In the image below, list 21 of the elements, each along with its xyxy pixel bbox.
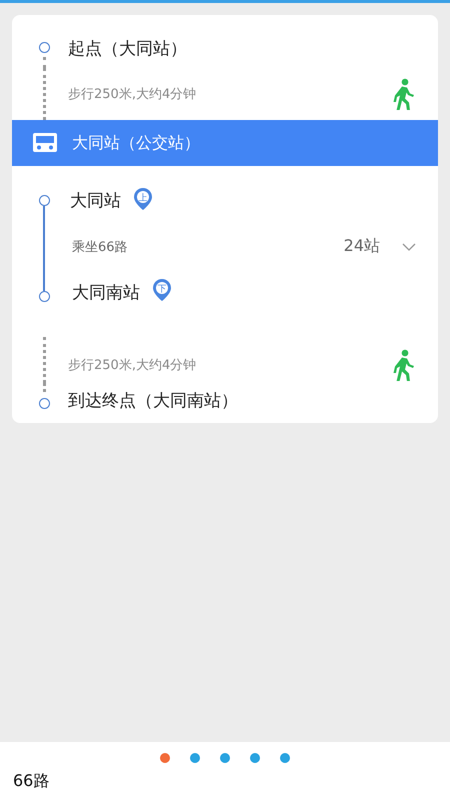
route-end-marker [38,398,50,409]
start-point-label: 起点（大同站） [68,38,187,60]
route-start-marker [38,42,50,53]
ride-instruction: 乘坐66路 [72,238,129,256]
chevron-icon[interactable] [402,242,416,252]
bus-icon [32,132,58,154]
route-title: 66路 [13,771,50,792]
end-point-label: 到达终点（大同南站） [68,390,238,412]
page-dot[interactable] [160,753,170,763]
page-dot[interactable] [280,753,290,763]
walk-instruction: 步行250米,大约4分钟 [68,356,198,374]
page-dot[interactable] [250,753,260,763]
stop-pin-icon: 下 [152,278,172,302]
page-dot[interactable] [190,753,200,763]
bus-station-header: 大同站（公交站） [12,120,438,166]
page-dot[interactable] [220,753,230,763]
boarding-stop-name: 大同站 [70,190,121,212]
stop-pin-icon: 上 [133,186,153,210]
stop-count: 24站 [344,236,380,257]
walk-instruction: 步行250米,大约4分钟 [68,86,198,103]
alighting-stop-name: 大同南站 [72,282,140,304]
